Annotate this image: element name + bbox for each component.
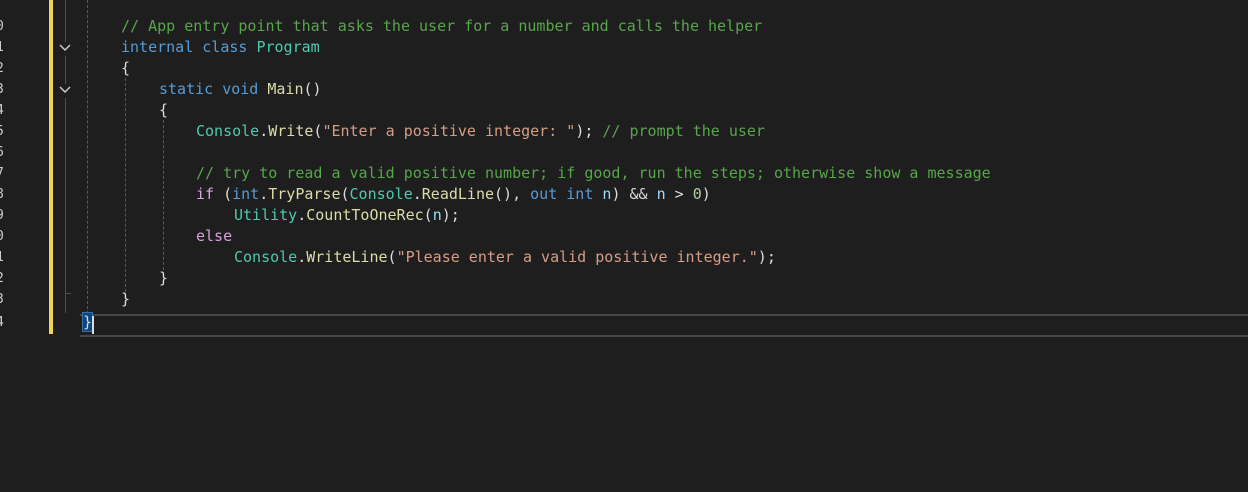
- code-line[interactable]: Console.WriteLine("Please enter a valid …: [234, 247, 776, 268]
- punctuation: ) &&: [611, 185, 657, 203]
- punctuation: >: [665, 185, 693, 203]
- punctuation: (),: [494, 185, 531, 203]
- control-keyword: if: [196, 185, 215, 203]
- punctuation: .: [259, 185, 269, 203]
- line-number: 8: [0, 184, 6, 205]
- code-line[interactable]: }: [159, 268, 168, 289]
- punctuation: (: [423, 206, 433, 224]
- chevron-down-icon[interactable]: [59, 84, 71, 96]
- line-number: 5: [0, 121, 6, 142]
- indent-guide: [163, 120, 164, 270]
- code-line[interactable]: Console.Write("Enter a positive integer:…: [196, 121, 765, 142]
- brace: }: [121, 290, 131, 308]
- comment: // try to read a valid positive number; …: [196, 164, 991, 182]
- class-name: Program: [256, 38, 320, 56]
- editor-gutter: 9 0 1 2 3 4 5 6 7 8 9 0 1 2 3 4: [0, 0, 80, 492]
- outline-line: [65, 0, 66, 42]
- outline-line: [65, 293, 66, 313]
- punctuation: );: [575, 122, 594, 140]
- keyword: static: [159, 80, 214, 98]
- type-name: Utility: [234, 206, 298, 224]
- line-number: 0: [0, 16, 6, 37]
- code-line[interactable]: {: [121, 58, 130, 79]
- punctuation: (: [387, 248, 397, 266]
- brace: {: [159, 101, 169, 119]
- indent-guide: [125, 78, 126, 292]
- type-name: Console: [349, 185, 413, 203]
- brace-match-highlight: }: [81, 312, 94, 332]
- code-line[interactable]: Utility.CountToOneRec(n);: [234, 205, 460, 226]
- code-line[interactable]: static void Main(): [159, 79, 322, 100]
- punctuation: .: [297, 248, 307, 266]
- punctuation: (): [303, 80, 322, 98]
- method-name: TryParse: [268, 185, 341, 203]
- string-literal: "Please enter a valid positive integer.": [396, 248, 758, 266]
- string-literal: "Enter a positive integer: ": [322, 122, 576, 140]
- outline-line: [65, 56, 66, 84]
- code-line[interactable]: // App entry point that asks the user fo…: [121, 16, 762, 37]
- line-number: 4: [0, 312, 6, 333]
- method-name: WriteLine: [306, 248, 388, 266]
- chevron-down-icon[interactable]: [59, 42, 71, 54]
- type-name: Console: [196, 122, 260, 140]
- method-name: Write: [268, 122, 314, 140]
- brace: }: [159, 269, 169, 287]
- method-name: CountToOneRec: [306, 206, 424, 224]
- line-number: 1: [0, 37, 6, 58]
- punctuation: .: [259, 122, 269, 140]
- keyword: void: [222, 80, 259, 98]
- line-number: 0: [0, 226, 6, 247]
- control-keyword: else: [196, 227, 233, 245]
- code-line[interactable]: else: [196, 226, 232, 247]
- comment: // prompt the user: [602, 122, 765, 140]
- method-name: Main: [267, 80, 304, 98]
- code-line[interactable]: // try to read a valid positive number; …: [196, 163, 991, 184]
- keyword: out: [530, 185, 558, 203]
- method-name: ReadLine: [421, 185, 495, 203]
- line-number: 3: [0, 289, 6, 310]
- code-editor[interactable]: 9 0 1 2 3 4 5 6 7 8 9 0 1 2 3 4 // App e…: [0, 0, 1248, 492]
- line-number: 9: [0, 205, 6, 226]
- code-line[interactable]: {: [159, 100, 168, 121]
- code-line[interactable]: }: [121, 289, 130, 310]
- code-line[interactable]: if (int.TryParse(Console.ReadLine(), out…: [196, 184, 711, 205]
- keyword: internal: [121, 38, 194, 56]
- number-literal: 0: [692, 185, 702, 203]
- line-number: 2: [0, 268, 6, 289]
- indent-guide: [87, 0, 88, 314]
- punctuation: .: [412, 185, 422, 203]
- change-indicator-bar: [49, 0, 53, 334]
- keyword: int: [566, 185, 594, 203]
- punctuation: );: [757, 248, 776, 266]
- line-number: 9: [0, 0, 6, 7]
- code-line[interactable]: internal class Program: [121, 37, 320, 58]
- code-line-current[interactable]: }: [81, 312, 94, 333]
- brace: {: [121, 59, 131, 77]
- type-name: Console: [234, 248, 298, 266]
- comment: // App entry point that asks the user fo…: [121, 17, 763, 35]
- line-number: 1: [0, 247, 6, 268]
- text-caret: [92, 316, 94, 334]
- line-number: 3: [0, 79, 6, 100]
- current-line-highlight: [80, 314, 1248, 337]
- line-number: 2: [0, 58, 6, 79]
- line-number: 6: [0, 142, 6, 163]
- local-variable: n: [656, 185, 666, 203]
- line-number: 7: [0, 163, 6, 184]
- line-number: 4: [0, 100, 6, 121]
- keyword: class: [202, 38, 248, 56]
- punctuation: );: [441, 206, 460, 224]
- punctuation: ): [701, 185, 711, 203]
- punctuation: (: [340, 185, 350, 203]
- punctuation: (: [214, 185, 233, 203]
- local-variable: n: [432, 206, 442, 224]
- punctuation: .: [297, 206, 307, 224]
- outline-line: [65, 98, 66, 293]
- keyword: int: [232, 185, 260, 203]
